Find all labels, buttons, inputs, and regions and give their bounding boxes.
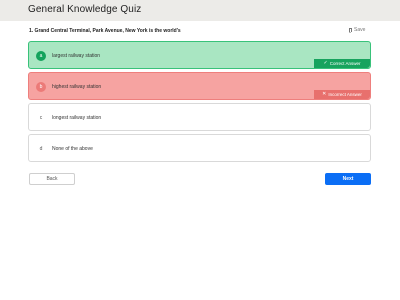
back-button[interactable]: Back [29, 173, 75, 185]
option-text: largest railway station [52, 53, 101, 59]
check-icon: ✓ [323, 60, 328, 66]
option-text: highest railway station [52, 84, 102, 90]
correct-answer-badge: ✓ Correct Answer [314, 59, 370, 68]
option-text: None of the above [52, 146, 93, 152]
save-button[interactable]: Save [349, 27, 365, 33]
next-button[interactable]: Next [325, 173, 371, 185]
option-a[interactable]: a largest railway station ✓ Correct Answ… [28, 41, 371, 69]
option-d[interactable]: d None of the above [28, 134, 371, 162]
option-letter: a [36, 51, 46, 61]
app-header: General Knowledge Quiz [0, 0, 400, 21]
option-letter: c [36, 113, 46, 123]
page-title: General Knowledge Quiz [28, 4, 142, 15]
option-letter: b [36, 82, 46, 92]
option-letter: d [36, 144, 46, 154]
option-text: longest railway station [52, 115, 102, 121]
badge-label: Correct Answer [329, 61, 361, 66]
save-label: Save [354, 27, 366, 33]
question-text: 1. Grand Central Terminal, Park Avenue, … [29, 28, 181, 34]
option-b[interactable]: b highest railway station ✕ Incorrect An… [28, 72, 371, 100]
option-c[interactable]: c longest railway station [28, 103, 371, 131]
bookmark-icon [349, 28, 352, 33]
incorrect-answer-badge: ✕ Incorrect Answer [314, 90, 370, 99]
badge-label: Incorrect Answer [328, 92, 362, 97]
close-icon: ✕ [322, 91, 327, 97]
